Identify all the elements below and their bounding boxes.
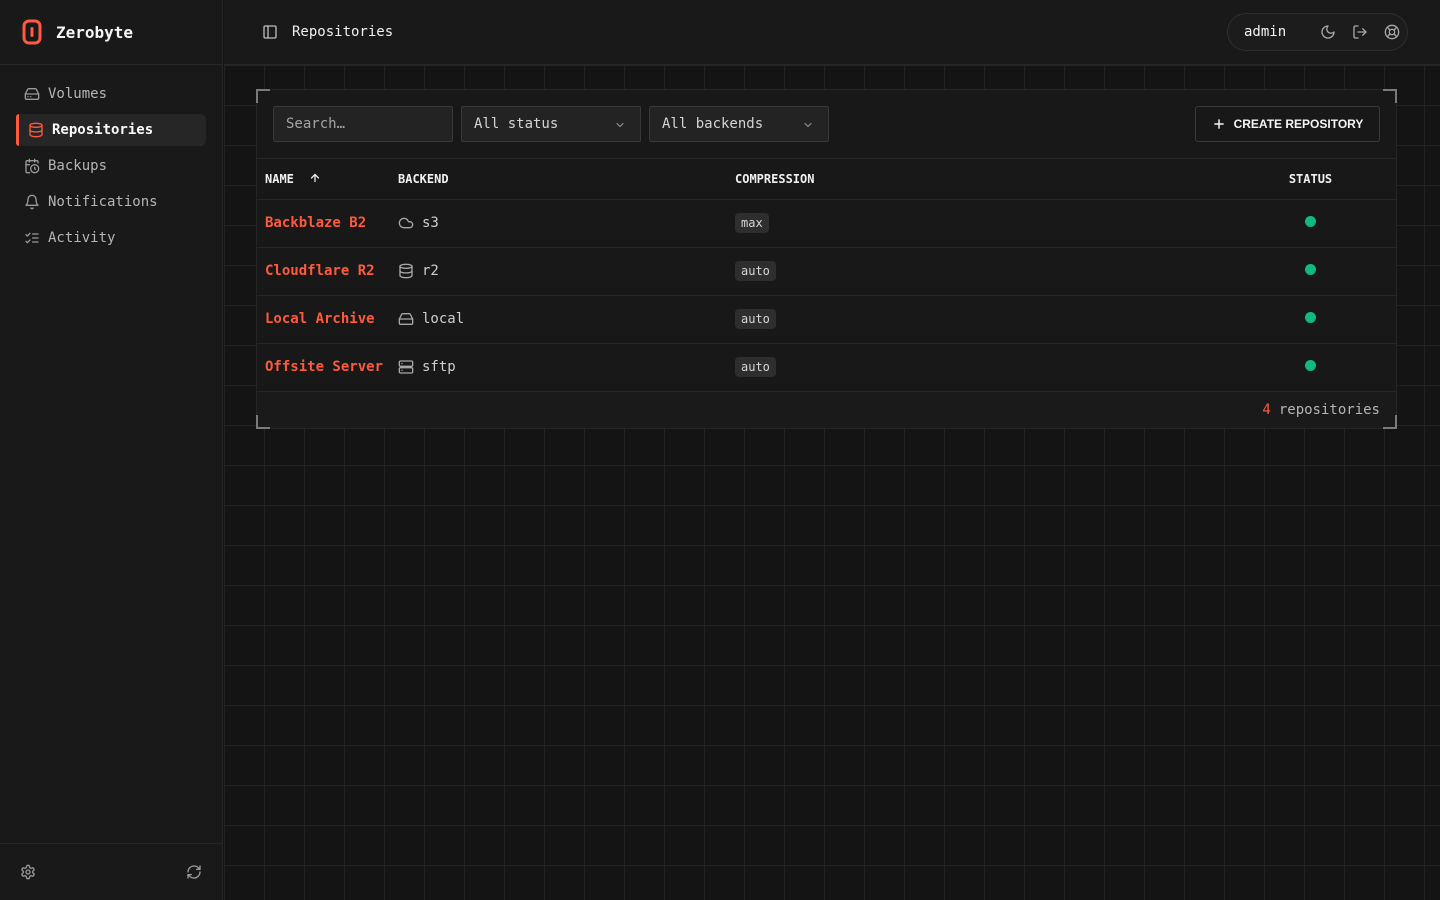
settings-icon[interactable] — [20, 864, 36, 880]
zerobyte-logo-icon — [22, 19, 42, 45]
calendar-clock-icon — [25, 158, 40, 174]
sidebar-item-label: Backups — [48, 158, 108, 174]
repository-name-link[interactable]: Cloudflare R2 — [265, 263, 375, 279]
sidebar-item-backups[interactable]: Backups — [16, 150, 206, 182]
column-header-name[interactable]: NAME — [257, 159, 398, 199]
brand[interactable]: Zerobyte — [0, 0, 222, 65]
column-header-compression[interactable]: COMPRESSION — [735, 159, 1225, 199]
compression-badge: auto — [735, 357, 776, 377]
sidebar-toggle-icon[interactable] — [262, 24, 278, 40]
user-menu: admin — [1227, 13, 1408, 51]
sidebar-item-label: Notifications — [48, 194, 158, 210]
repository-name-link[interactable]: Local Archive — [265, 311, 375, 327]
repository-name-link[interactable]: Backblaze B2 — [265, 215, 366, 231]
search-input[interactable] — [273, 106, 453, 142]
chevron-down-icon — [804, 123, 812, 127]
chevron-down-icon — [616, 123, 624, 127]
repository-count: 4 — [1262, 401, 1271, 418]
column-header-status[interactable]: STATUS — [1225, 159, 1396, 199]
repository-name-link[interactable]: Offsite Server — [265, 359, 383, 375]
table-row[interactable]: Backblaze B2 s3 max — [257, 199, 1396, 247]
backend-cell: local — [398, 311, 735, 327]
sidebar: Zerobyte Volumes Repositories Backups No… — [0, 0, 223, 900]
page-title: Repositories — [292, 24, 394, 40]
corner-decoration — [256, 415, 270, 429]
moon-icon[interactable] — [1320, 24, 1336, 40]
table-row[interactable]: Offsite Server sftp auto — [257, 343, 1396, 391]
server-icon — [398, 360, 414, 374]
repositories-card: All status All backends CREATE REPOSITOR… — [256, 89, 1397, 429]
compression-badge: max — [735, 213, 769, 233]
sidebar-item-activity[interactable]: Activity — [16, 222, 206, 254]
database-icon — [29, 122, 43, 138]
backend-label: sftp — [422, 359, 456, 375]
sidebar-item-label: Volumes — [48, 86, 108, 102]
backend-filter-select[interactable]: All backends — [649, 106, 829, 142]
user-name[interactable]: admin — [1244, 24, 1304, 40]
create-repository-button[interactable]: CREATE REPOSITORY — [1195, 106, 1380, 142]
top-header: Repositories admin — [224, 0, 1440, 65]
app-name: Zerobyte — [56, 22, 134, 42]
repository-count-label: repositories — [1278, 401, 1380, 418]
hard-drive-icon — [24, 88, 40, 100]
sidebar-item-label: Activity — [48, 230, 116, 246]
create-repository-label: CREATE REPOSITORY — [1233, 117, 1364, 131]
table-row[interactable]: Cloudflare R2 r2 auto — [257, 247, 1396, 295]
status-indicator — [1305, 264, 1316, 275]
lifebuoy-icon[interactable] — [1384, 24, 1400, 40]
refresh-icon[interactable] — [186, 864, 202, 880]
arrow-up-icon — [311, 173, 320, 182]
status-indicator — [1305, 360, 1316, 371]
database-icon — [399, 263, 413, 279]
backend-cell: sftp — [398, 359, 735, 375]
cloud-icon — [398, 217, 414, 229]
column-header-backend[interactable]: BACKEND — [398, 159, 735, 199]
sidebar-nav: Volumes Repositories Backups Notificatio… — [0, 65, 222, 254]
compression-badge: auto — [735, 309, 776, 329]
status-filter-select[interactable]: All status — [461, 106, 641, 142]
sidebar-item-notifications[interactable]: Notifications — [16, 186, 206, 218]
sidebar-item-label: Repositories — [52, 122, 154, 138]
backend-cell: s3 — [398, 215, 735, 231]
toolbar: All status All backends CREATE REPOSITOR… — [257, 90, 1396, 159]
table-header-row: NAME BACKEND COMPRESSION STATUS — [257, 159, 1396, 199]
sidebar-item-volumes[interactable]: Volumes — [16, 78, 206, 110]
bell-icon — [25, 194, 39, 210]
logout-icon[interactable] — [1352, 24, 1368, 40]
repositories-table: NAME BACKEND COMPRESSION STATUS Backblaz… — [257, 159, 1396, 392]
sidebar-footer — [0, 843, 222, 900]
sidebar-item-repositories[interactable]: Repositories — [16, 114, 206, 146]
backend-cell: r2 — [398, 263, 735, 279]
table-footer: 4 repositories — [257, 391, 1396, 428]
backend-label: local — [422, 311, 465, 327]
backend-label: r2 — [422, 263, 439, 279]
corner-decoration — [1383, 415, 1397, 429]
backend-label: s3 — [422, 215, 439, 231]
list-checks-icon — [25, 232, 39, 244]
table-row[interactable]: Local Archive local auto — [257, 295, 1396, 343]
status-filter-value: All status — [474, 116, 559, 132]
status-indicator — [1305, 312, 1316, 323]
backend-filter-value: All backends — [662, 116, 764, 132]
hard-drive-icon — [398, 313, 414, 325]
compression-badge: auto — [735, 261, 776, 281]
plus-icon — [1213, 119, 1224, 129]
status-indicator — [1305, 216, 1316, 227]
column-header-label: NAME — [265, 171, 294, 186]
